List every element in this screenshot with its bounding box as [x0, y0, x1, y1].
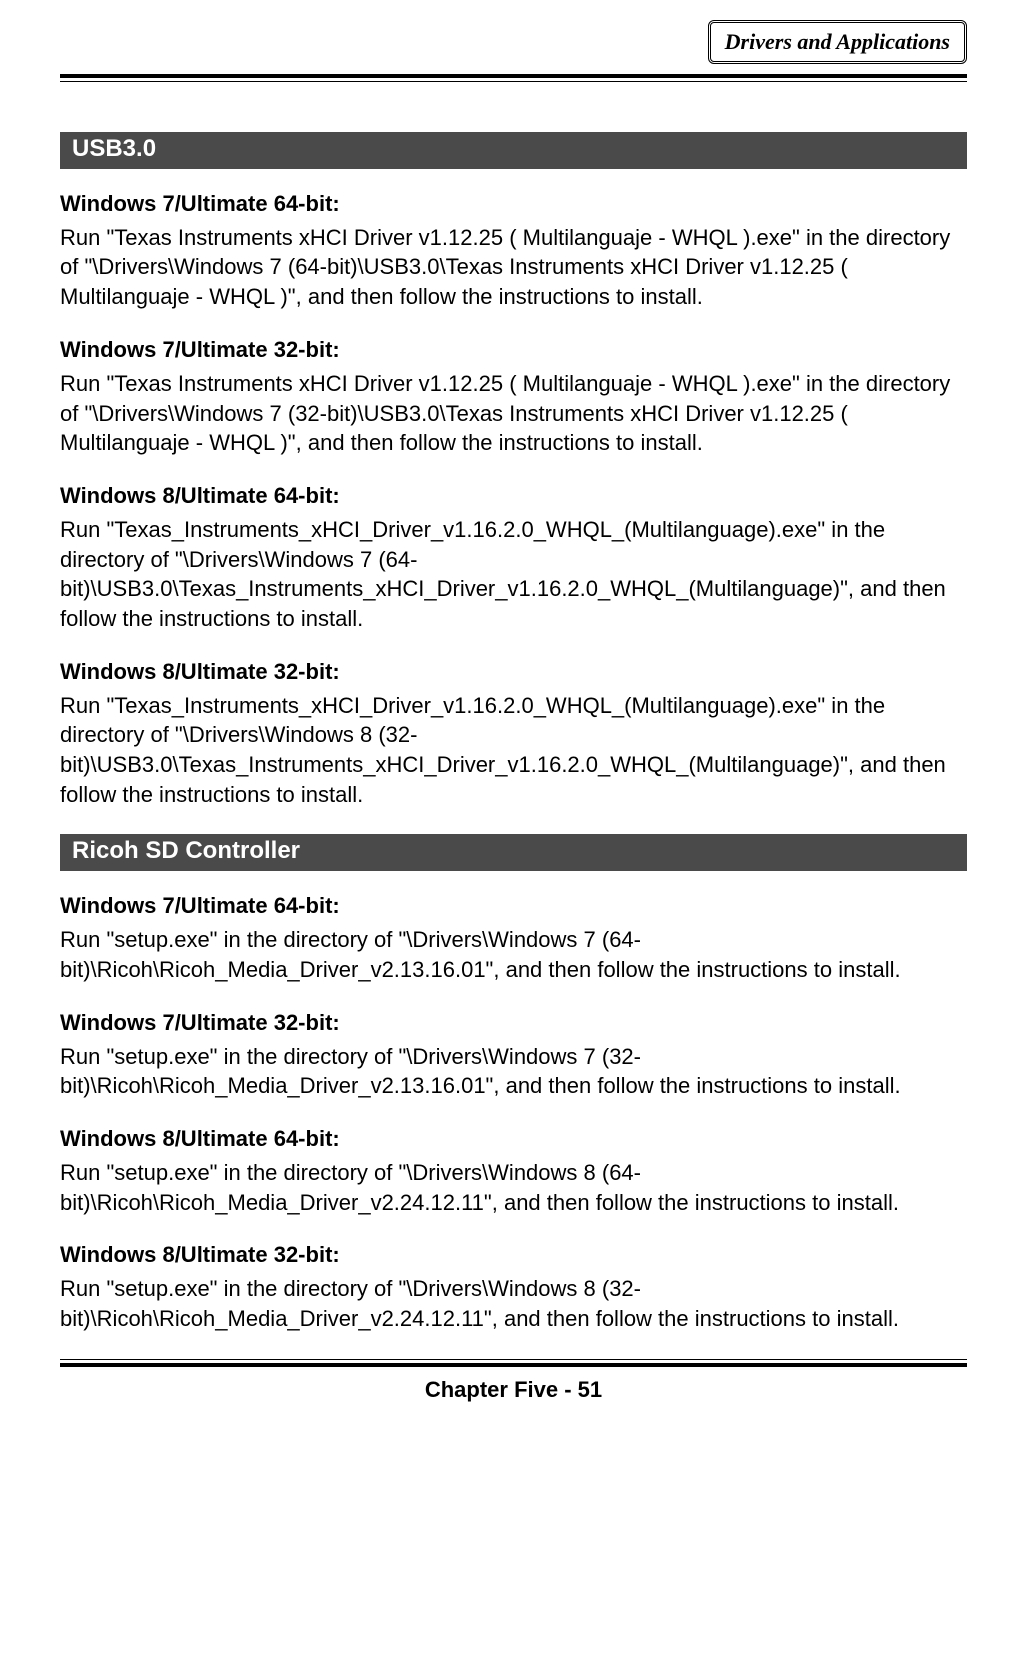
bottom-rule	[60, 1359, 967, 1367]
entry-title: Windows 8/Ultimate 32-bit:	[60, 1242, 967, 1268]
entry: Windows 7/Ultimate 32-bit: Run "setup.ex…	[60, 1010, 967, 1101]
entry-body: Run "Texas Instruments xHCI Driver v1.12…	[60, 223, 967, 312]
entry-body: Run "Texas_Instruments_xHCI_Driver_v1.16…	[60, 515, 967, 634]
entry: Windows 7/Ultimate 64-bit: Run "Texas In…	[60, 191, 967, 312]
entry-title: Windows 7/Ultimate 32-bit:	[60, 1010, 967, 1036]
entry: Windows 8/Ultimate 64-bit: Run "setup.ex…	[60, 1126, 967, 1217]
section-heading: Ricoh SD Controller	[60, 834, 967, 871]
entry: Windows 7/Ultimate 64-bit: Run "setup.ex…	[60, 893, 967, 984]
top-rule	[60, 74, 967, 82]
header-label: Drivers and Applications	[708, 20, 967, 64]
page-footer: Chapter Five - 51	[60, 1367, 967, 1403]
entry-body: Run "Texas_Instruments_xHCI_Driver_v1.16…	[60, 691, 967, 810]
content: USB3.0 Windows 7/Ultimate 64-bit: Run "T…	[60, 82, 967, 1334]
entry: Windows 8/Ultimate 32-bit: Run "Texas_In…	[60, 659, 967, 810]
entry-title: Windows 8/Ultimate 64-bit:	[60, 483, 967, 509]
page-header: Drivers and Applications	[60, 0, 967, 64]
entry-title: Windows 8/Ultimate 32-bit:	[60, 659, 967, 685]
entry-body: Run "setup.exe" in the directory of "\Dr…	[60, 925, 967, 984]
entry-body: Run "setup.exe" in the directory of "\Dr…	[60, 1274, 967, 1333]
entry-body: Run "Texas Instruments xHCI Driver v1.12…	[60, 369, 967, 458]
section-heading: USB3.0	[60, 132, 967, 169]
section-title-text: USB3.0	[72, 135, 156, 164]
entry-title: Windows 7/Ultimate 64-bit:	[60, 893, 967, 919]
entry-title: Windows 7/Ultimate 32-bit:	[60, 337, 967, 363]
entry-body: Run "setup.exe" in the directory of "\Dr…	[60, 1158, 967, 1217]
section-title-text: Ricoh SD Controller	[72, 837, 300, 866]
entry-title: Windows 7/Ultimate 64-bit:	[60, 191, 967, 217]
entry: Windows 7/Ultimate 32-bit: Run "Texas In…	[60, 337, 967, 458]
page: Drivers and Applications USB3.0 Windows …	[0, 0, 1027, 1433]
entry-body: Run "setup.exe" in the directory of "\Dr…	[60, 1042, 967, 1101]
entry: Windows 8/Ultimate 32-bit: Run "setup.ex…	[60, 1242, 967, 1333]
entry-title: Windows 8/Ultimate 64-bit:	[60, 1126, 967, 1152]
entry: Windows 8/Ultimate 64-bit: Run "Texas_In…	[60, 483, 967, 634]
